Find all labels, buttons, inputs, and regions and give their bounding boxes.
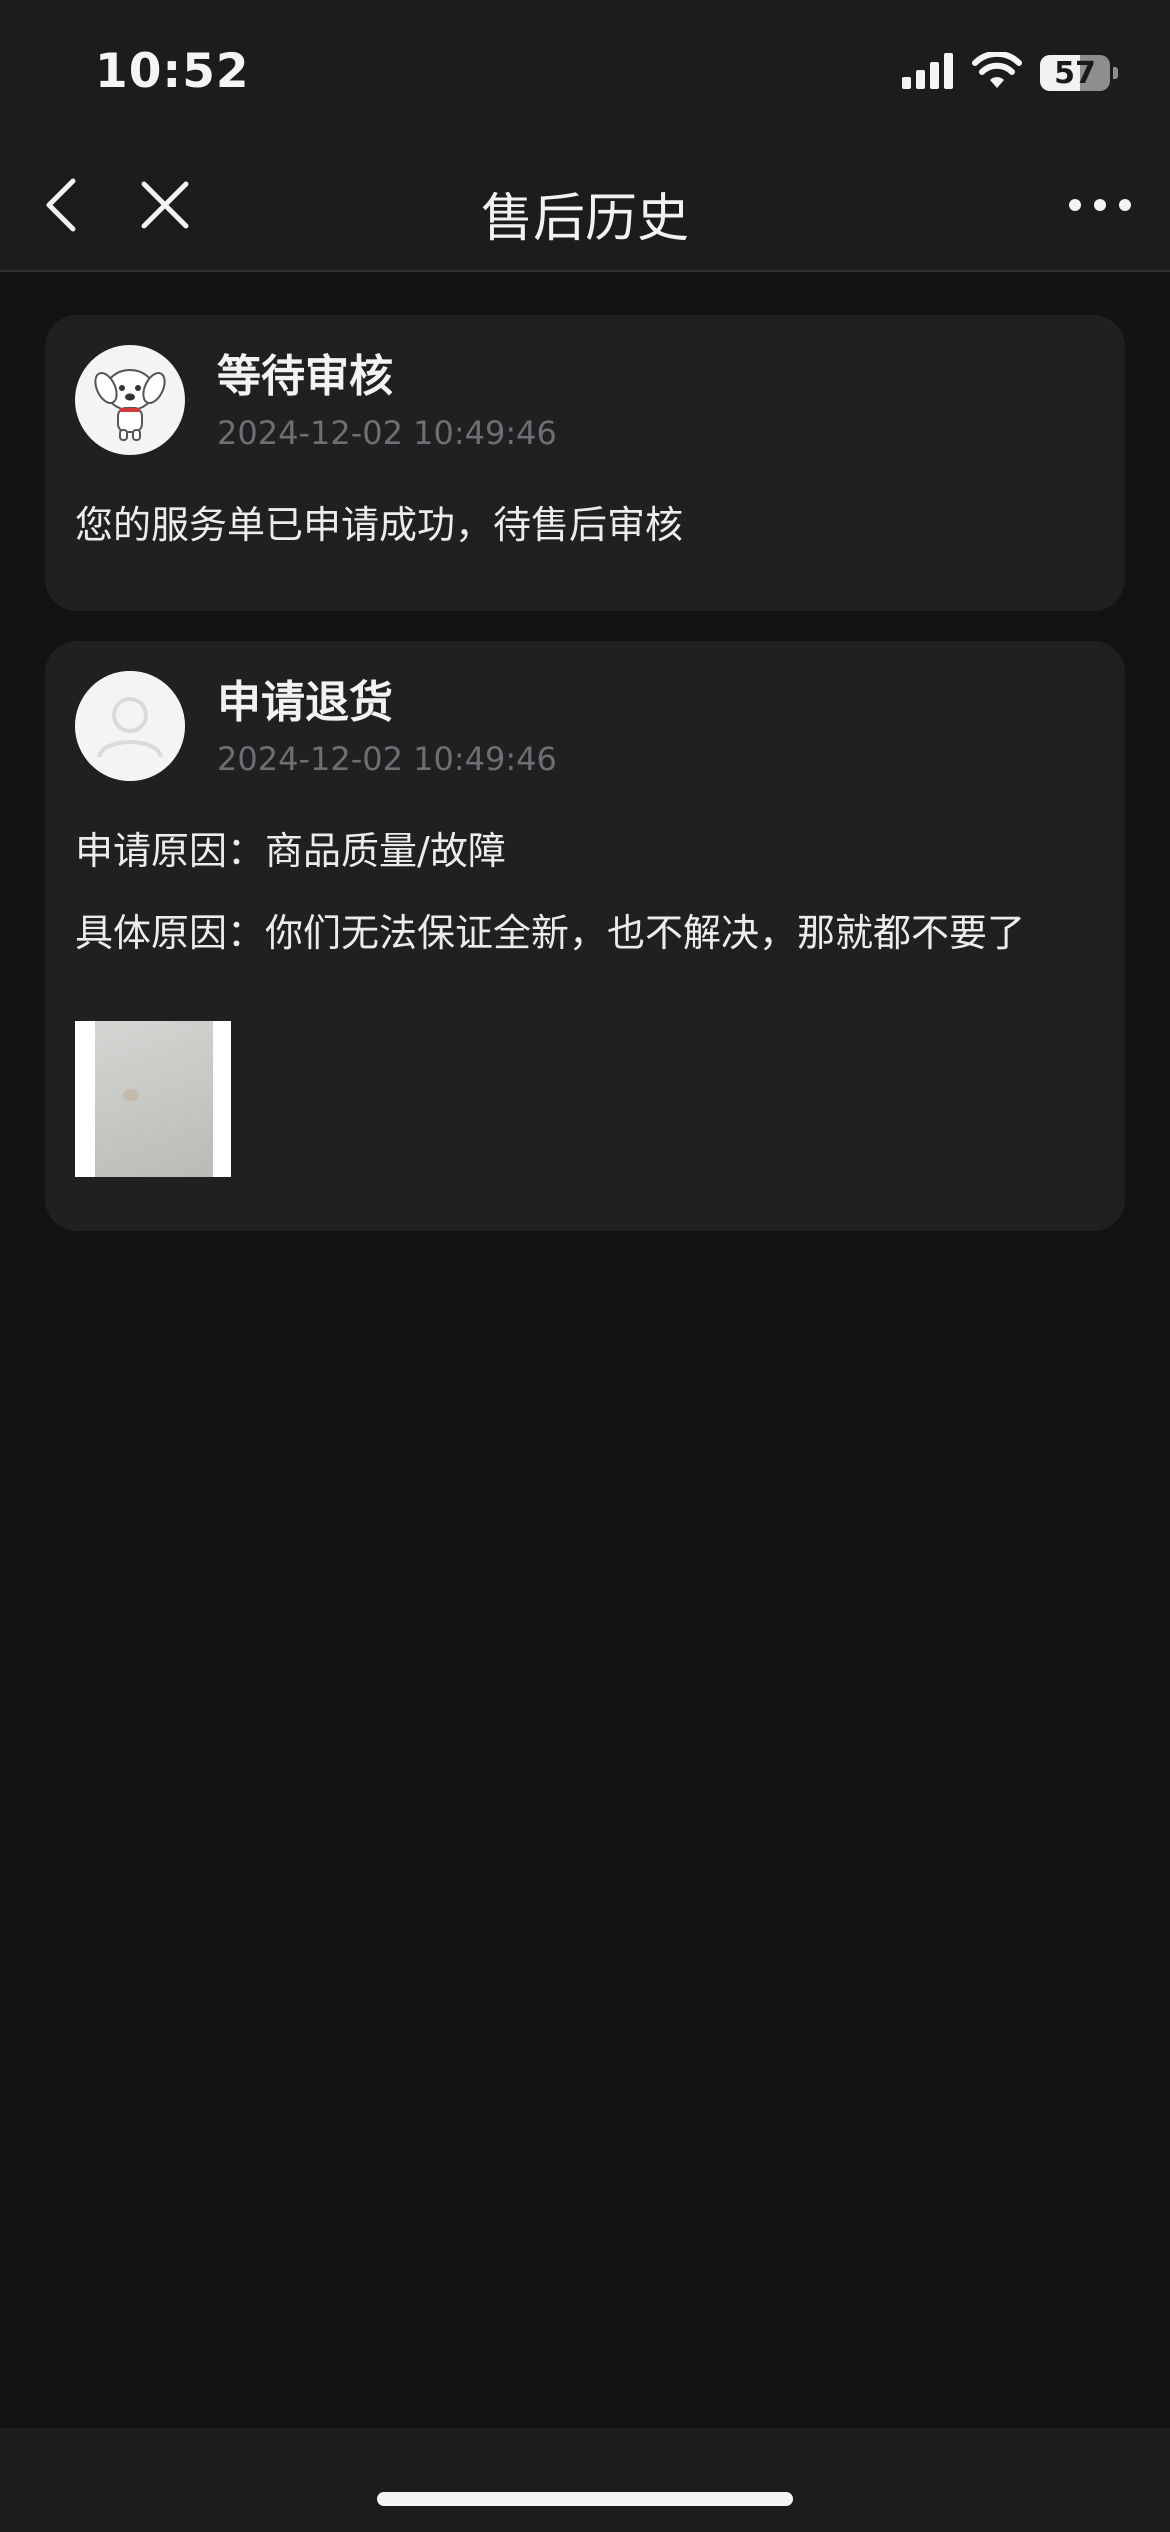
battery-level: 57 bbox=[1054, 55, 1096, 91]
detail-line: 具体原因：你们无法保证全新，也不解决，那就都不要了 bbox=[75, 907, 1095, 959]
navigation-bar: 售后历史 bbox=[0, 140, 1170, 272]
photo-content bbox=[95, 1021, 213, 1177]
reason-line: 申请原因：商品质量/故障 bbox=[75, 825, 1095, 877]
card-reasons: 申请原因：商品质量/故障 具体原因：你们无法保证全新，也不解决，那就都不要了 bbox=[75, 825, 1095, 959]
detail-label: 具体原因： bbox=[75, 911, 266, 955]
page-title: 售后历史 bbox=[480, 189, 689, 249]
more-dots-icon[interactable] bbox=[1060, 172, 1140, 238]
card-header: 申请退货 2024-12-02 10:49:46 bbox=[75, 671, 1095, 781]
card-header-text: 等待审核 2024-12-02 10:49:46 bbox=[217, 349, 557, 453]
wifi-icon bbox=[972, 50, 1022, 94]
card-timestamp: 2024-12-02 10:49:46 bbox=[217, 740, 557, 778]
history-list: 等待审核 2024-12-02 10:49:46 您的服务单已申请成功，待售后审… bbox=[45, 315, 1125, 1261]
card-timestamp: 2024-12-02 10:49:46 bbox=[217, 414, 557, 452]
jd-dog-mascot-icon bbox=[75, 345, 185, 455]
battery-cap bbox=[1113, 67, 1118, 79]
reason-label: 申请原因： bbox=[75, 829, 266, 873]
attachment-photo-thumbnail[interactable] bbox=[75, 1021, 231, 1177]
card-header-text: 申请退货 2024-12-02 10:49:46 bbox=[217, 675, 557, 779]
detail-value: 你们无法保证全新，也不解决，那就都不要了 bbox=[265, 911, 1026, 955]
card-message: 您的服务单已申请成功，待售后审核 bbox=[75, 503, 684, 547]
card-title: 申请退货 bbox=[217, 677, 393, 728]
history-card-pending-review: 等待审核 2024-12-02 10:49:46 您的服务单已申请成功，待售后审… bbox=[45, 315, 1125, 611]
status-icons: 57 bbox=[902, 50, 1118, 94]
history-card-return-request: 申请退货 2024-12-02 10:49:46 申请原因：商品质量/故障 具体… bbox=[45, 641, 1125, 1231]
status-bar: 10:52 57 bbox=[0, 0, 1170, 140]
battery-icon: 57 bbox=[1040, 55, 1118, 91]
card-title: 等待审核 bbox=[217, 351, 393, 402]
user-placeholder-icon bbox=[75, 671, 185, 781]
card-header: 等待审核 2024-12-02 10:49:46 bbox=[75, 345, 1095, 455]
reason-value: 商品质量/故障 bbox=[265, 829, 506, 873]
status-time: 10:52 bbox=[95, 44, 250, 99]
home-indicator[interactable] bbox=[377, 2492, 793, 2506]
bottom-bar bbox=[0, 2428, 1170, 2532]
photo-stain bbox=[123, 1089, 139, 1101]
cellular-signal-icon bbox=[902, 53, 954, 93]
